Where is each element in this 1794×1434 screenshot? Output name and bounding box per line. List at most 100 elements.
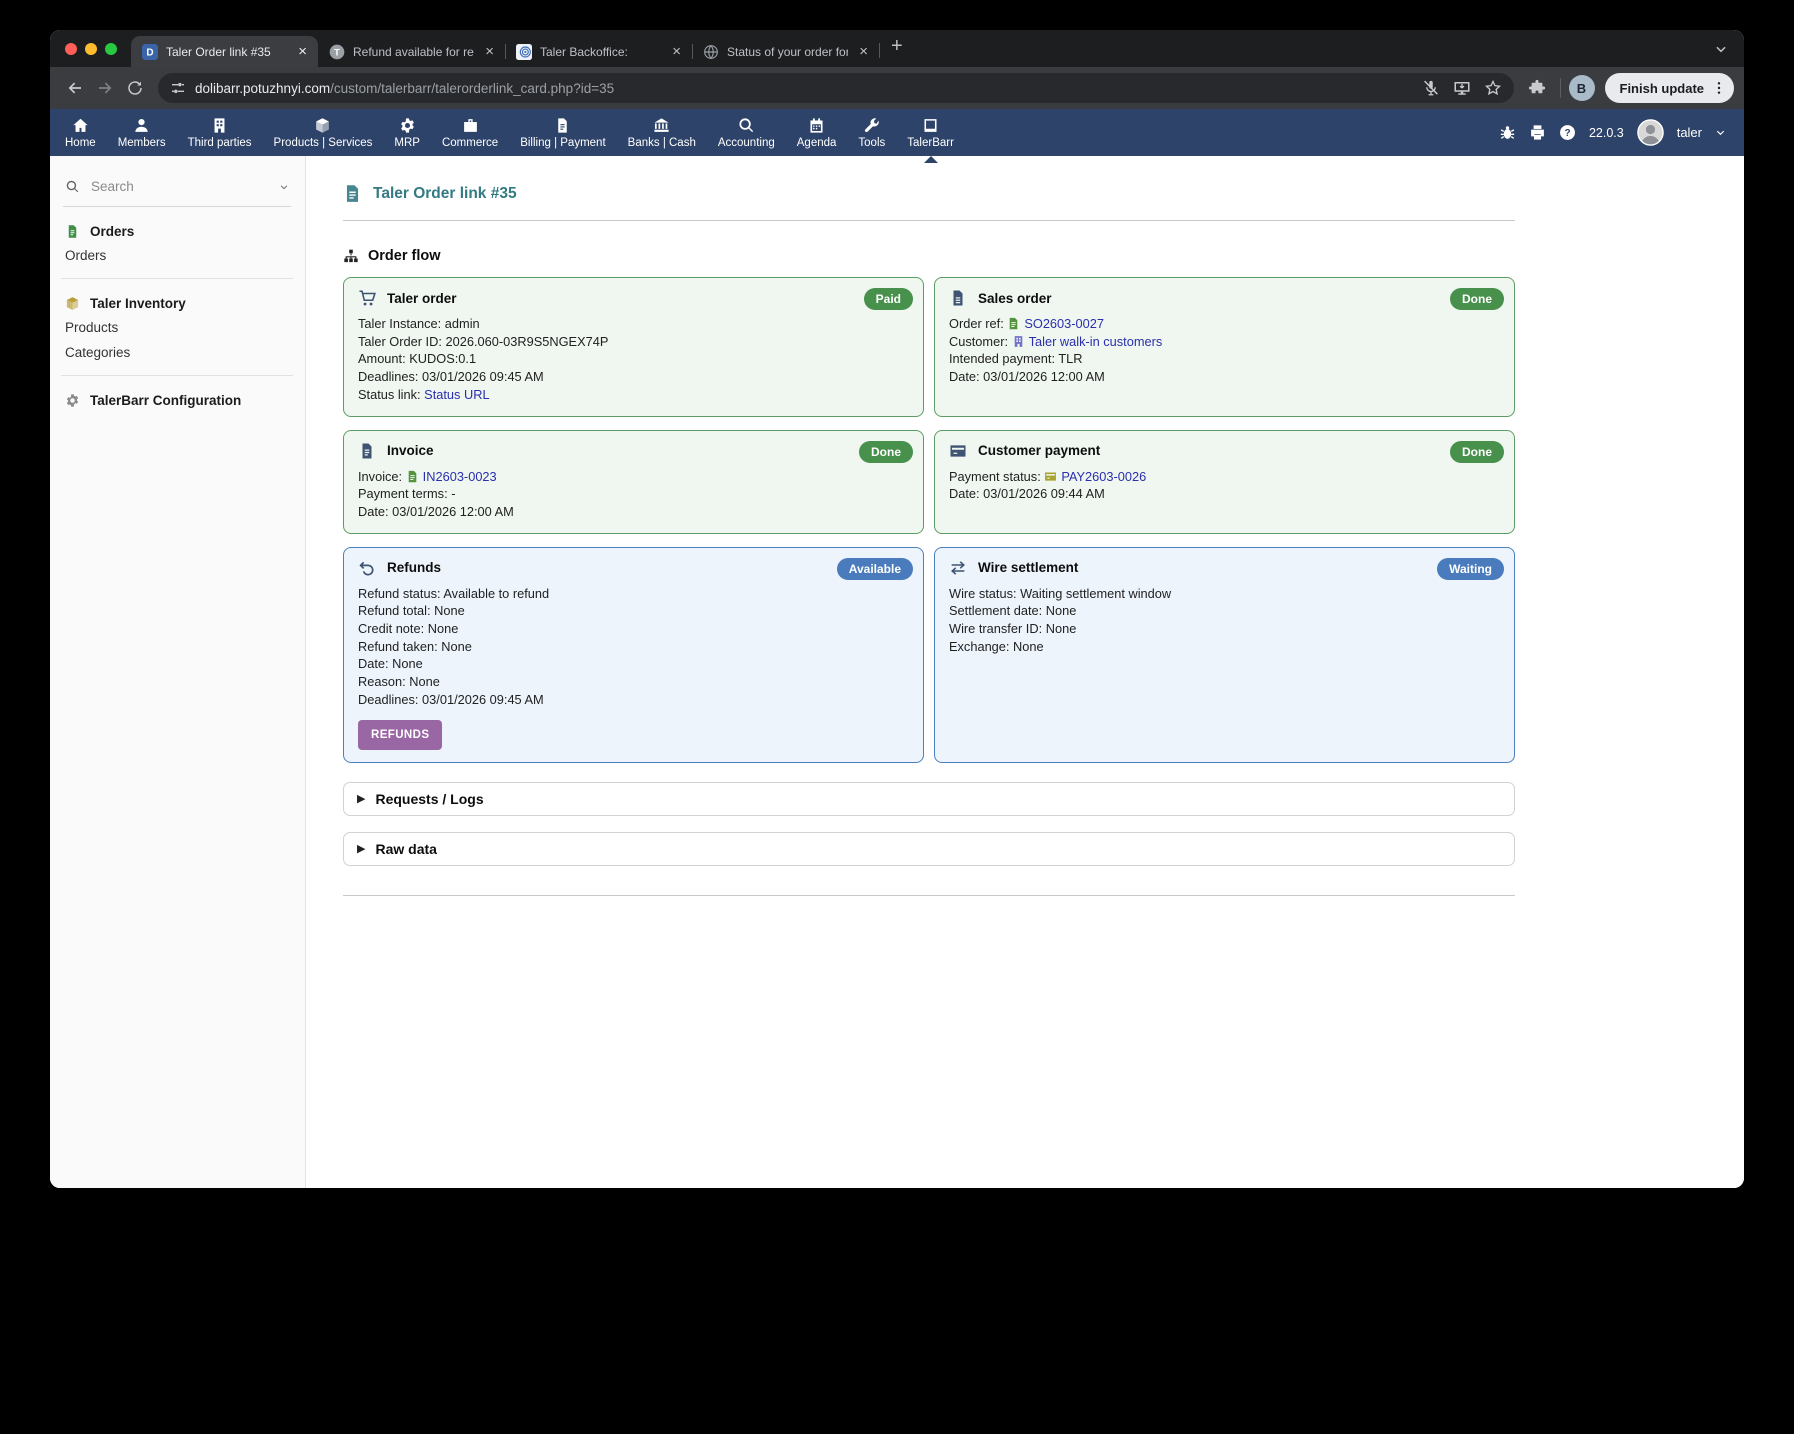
topnav-item-label: Agenda xyxy=(797,137,837,149)
topnav-item[interactable]: Home xyxy=(54,109,107,156)
topnav-item[interactable]: MRP xyxy=(383,109,431,156)
topnav-item[interactable]: TalerBarr xyxy=(896,109,965,156)
card-title: Taler order xyxy=(387,291,457,306)
field-value-link[interactable]: Taler walk-in customers xyxy=(1029,334,1163,349)
profile-avatar[interactable]: B xyxy=(1569,75,1595,101)
topnav-item[interactable]: Accounting xyxy=(707,109,786,156)
field-value-link[interactable]: SO2603-0027 xyxy=(1024,316,1104,331)
tab-close-icon[interactable]: × xyxy=(856,44,871,59)
card-field: Date: 03/01/2026 12:00 AM xyxy=(949,368,1500,386)
collapsible-section[interactable]: ▶ Raw data xyxy=(343,832,1515,866)
topnav-item[interactable]: Banks | Cash xyxy=(617,109,707,156)
reload-button[interactable] xyxy=(120,73,150,103)
card-field: Intended payment: TLR xyxy=(949,350,1500,368)
tab-search-icon[interactable] xyxy=(1714,42,1728,56)
tab-close-icon[interactable]: × xyxy=(482,44,497,59)
browser-tab[interactable]: T Refund available for refund o × xyxy=(318,36,505,67)
sidebar-search[interactable] xyxy=(63,178,291,207)
install-icon[interactable] xyxy=(1453,79,1471,97)
topnav-item[interactable]: Commerce xyxy=(431,109,509,156)
topnav-item[interactable]: Third parties xyxy=(177,109,263,156)
field-value: 03/01/2026 12:00 AM xyxy=(983,369,1105,384)
more-menu-icon[interactable] xyxy=(1711,80,1727,96)
printer-icon[interactable] xyxy=(1529,124,1546,141)
field-label: Credit note xyxy=(358,621,421,636)
topnav-item[interactable]: Billing | Payment xyxy=(509,109,616,156)
forward-button[interactable] xyxy=(90,73,120,103)
card-field: Deadlines: 03/01/2026 09:45 AM xyxy=(358,368,909,386)
topnav-item[interactable]: Tools xyxy=(847,109,896,156)
browser-tab[interactable]: Taler Backoffice: × xyxy=(505,36,692,67)
sidebar-section-header: Taler Inventory xyxy=(63,294,291,315)
status-badge: Available xyxy=(837,558,913,580)
sidebar-link[interactable]: Orders xyxy=(63,243,291,268)
new-tab-button[interactable]: + xyxy=(879,35,913,62)
mic-off-icon[interactable] xyxy=(1422,79,1440,97)
field-label: Payment status xyxy=(949,469,1037,484)
site-settings-icon[interactable] xyxy=(170,80,186,96)
status-badge: Done xyxy=(1450,288,1504,310)
address-bar[interactable]: dolibarr.potuzhnyi.com/custom/talerbarr/… xyxy=(158,73,1514,103)
order-flow-card: Taler order Paid Taler Instance: adminTa… xyxy=(343,277,924,417)
field-label: Intended payment xyxy=(949,351,1051,366)
bug-icon[interactable] xyxy=(1499,124,1516,141)
tab-close-icon[interactable]: × xyxy=(295,44,310,59)
search-input[interactable] xyxy=(89,178,270,195)
zoom-window-button[interactable] xyxy=(105,43,117,55)
extensions-button[interactable] xyxy=(1522,73,1552,103)
sidebar-link[interactable]: Categories xyxy=(63,340,291,365)
field-value: None xyxy=(434,603,465,618)
topnav-item-label: MRP xyxy=(394,137,420,149)
tab-strip: D Taler Order link #35 × T Refund availa… xyxy=(50,30,1744,67)
left-sidebar: Orders Orders Taler Inventory ProductsCa… xyxy=(50,156,306,1188)
field-label: Amount xyxy=(358,351,402,366)
browser-tab[interactable]: Status of your order forShow × xyxy=(692,36,879,67)
finish-update-button[interactable]: Finish update xyxy=(1605,73,1735,103)
tab-close-icon[interactable]: × xyxy=(669,44,684,59)
chevron-down-icon[interactable] xyxy=(279,182,289,192)
field-label: Date xyxy=(358,504,385,519)
field-value: TLR xyxy=(1058,351,1082,366)
close-window-button[interactable] xyxy=(65,43,77,55)
field-value: - xyxy=(451,486,455,501)
field-value-link[interactable]: IN2603-0023 xyxy=(423,469,497,484)
field-value-link[interactable]: PAY2603-0026 xyxy=(1061,469,1146,484)
topnav-item-label: TalerBarr xyxy=(907,137,954,149)
topnav-item[interactable]: Agenda xyxy=(786,109,848,156)
svg-text:T: T xyxy=(334,47,340,57)
card-field: Wire transfer ID: None xyxy=(949,620,1500,638)
sidebar-section-header: TalerBarr Configuration xyxy=(63,391,291,412)
invoice-icon xyxy=(554,117,571,134)
card-field: Date: 03/01/2026 12:00 AM xyxy=(358,503,909,521)
field-label: Order ref xyxy=(949,316,1000,331)
help-icon[interactable]: ? xyxy=(1559,124,1576,141)
bookmark-star-icon[interactable] xyxy=(1484,79,1502,97)
field-value: 03/01/2026 09:44 AM xyxy=(983,486,1105,501)
field-value-link[interactable]: Status URL xyxy=(424,387,489,402)
status-badge: Paid xyxy=(864,288,913,310)
field-label: Refund taken xyxy=(358,639,434,654)
sidebar-link[interactable]: Products xyxy=(63,315,291,340)
divider xyxy=(343,895,1515,896)
topnav-item-label: Third parties xyxy=(188,137,252,149)
main-content: Taler Order link #35 Order flow Taler or… xyxy=(306,156,1744,1188)
collapsible-section[interactable]: ▶ Requests / Logs xyxy=(343,782,1515,816)
topnav-item[interactable]: Members xyxy=(107,109,177,156)
card-field: Invoice: IN2603-0023 xyxy=(358,468,909,486)
toolbar-separator xyxy=(1560,78,1561,98)
credit-card-icon xyxy=(949,442,967,460)
search-icon xyxy=(65,179,80,194)
minimize-window-button[interactable] xyxy=(85,43,97,55)
back-button[interactable] xyxy=(60,73,90,103)
chevron-down-icon[interactable] xyxy=(1715,127,1726,138)
puzzle-icon xyxy=(1528,79,1546,97)
refunds-button[interactable]: REFUNDS xyxy=(358,720,442,750)
topnav-item[interactable]: Products | Services xyxy=(263,109,384,156)
user-avatar[interactable] xyxy=(1637,119,1664,146)
forward-icon xyxy=(96,79,114,97)
browser-tab[interactable]: D Taler Order link #35 × xyxy=(131,36,318,67)
field-label: Exchange xyxy=(949,639,1006,654)
user-name[interactable]: taler xyxy=(1677,125,1702,140)
topnav-item-label: Products | Services xyxy=(274,137,373,149)
order-link-icon xyxy=(343,184,362,203)
